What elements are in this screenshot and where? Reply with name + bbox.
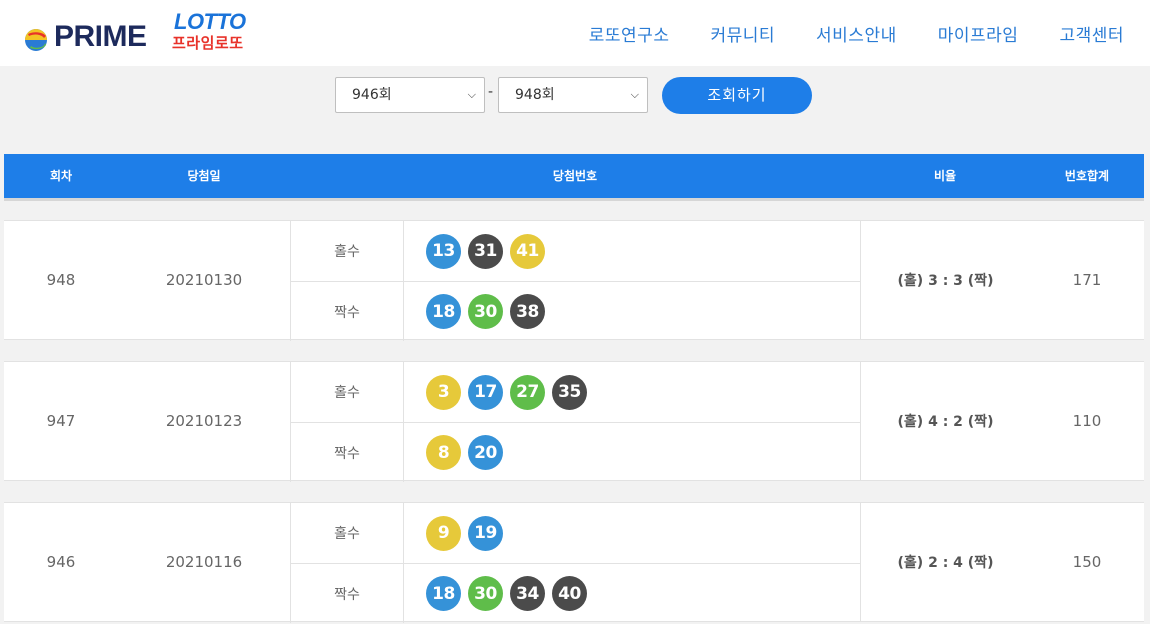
round-from-value: 946회: [352, 87, 392, 103]
round-from-select[interactable]: 946회 ⌵: [335, 77, 485, 113]
even-balls: 18 30 34 40: [404, 563, 860, 623]
search-bar: 946회 ⌵ - 948회 ⌵ 조회하기: [0, 66, 1150, 154]
round-to-value: 948회: [515, 87, 555, 103]
lotto-ball: 18: [426, 294, 461, 329]
round-cell: 946: [46, 553, 76, 571]
col-numbers: 당첨번호: [552, 169, 598, 183]
logo-korean-text: 프라임로또: [172, 34, 244, 52]
even-label: 짝수: [290, 563, 404, 623]
sum-cell: 150: [1072, 553, 1102, 571]
main-nav: 로또연구소 커뮤니티 서비스안내 마이프라임 고객센터: [548, 0, 1124, 66]
lotto-ball: 30: [468, 294, 503, 329]
even-balls: 8 20: [404, 422, 860, 482]
col-date: 당첨일: [187, 169, 221, 183]
nav-community[interactable]: 커뮤니티: [710, 21, 775, 46]
date-cell: 20210123: [165, 412, 243, 430]
chevron-down-icon: ⌵: [630, 88, 639, 101]
col-sum: 번호합계: [1064, 169, 1110, 183]
round-cell: 947: [46, 412, 76, 430]
lotto-ball: 8: [426, 435, 461, 470]
ratio-cell: (홀) 2 : 4 (짝): [860, 503, 1030, 621]
range-separator: -: [488, 84, 494, 100]
logo-prime-text: PRIME: [54, 20, 147, 53]
lotto-ball: 40: [552, 576, 587, 611]
lotto-ball: 35: [552, 374, 587, 410]
site-header: PRIME LOTTO 프라임로또 로또연구소 커뮤니티 서비스안내 마이프라임…: [0, 0, 1150, 66]
lotto-ball: 34: [510, 576, 545, 611]
lotto-ball: 20: [468, 435, 503, 470]
lotto-ball: 17: [468, 374, 503, 410]
col-ratio: 비율: [933, 169, 957, 183]
table-header-shadow: [4, 198, 1144, 201]
date-cell: 20210130: [165, 271, 243, 289]
lotto-ball: 31: [468, 233, 503, 269]
odd-balls: 3 17 27 35: [404, 362, 860, 422]
logo-lotto-text: LOTTO: [174, 9, 246, 34]
round-to-select[interactable]: 948회 ⌵: [498, 77, 648, 113]
lotto-ball: 27: [510, 374, 545, 410]
table-row: 946 20210116 홀수 짝수 9 19 18 30 34 40 (홀) 2 : …: [4, 502, 1144, 623]
table-header: 회차 당첨일 당첨번호 비율 번호합계: [4, 154, 1144, 198]
lotto-ball: 38: [510, 294, 545, 329]
lotto-ball: 18: [426, 576, 461, 611]
round-cell: 948: [46, 271, 76, 289]
col-round: 회차: [49, 169, 73, 183]
lotto-ball: 41: [510, 233, 545, 269]
date-cell: 20210116: [165, 553, 243, 571]
chevron-down-icon: ⌵: [467, 88, 476, 101]
nav-service-info[interactable]: 서비스안내: [816, 21, 897, 46]
sum-cell: 171: [1072, 271, 1102, 289]
lotto-ball: 13: [426, 233, 461, 269]
odd-label: 홀수: [290, 221, 404, 281]
lotto-ball: 30: [468, 576, 503, 611]
odd-balls: 9 19: [404, 503, 860, 563]
even-balls: 18 30 38: [404, 281, 860, 341]
logo[interactable]: PRIME LOTTO 프라임로또: [22, 9, 252, 58]
nav-lotto-lab[interactable]: 로또연구소: [589, 21, 670, 46]
search-button[interactable]: 조회하기: [662, 77, 812, 114]
logo-mark-icon: [25, 29, 47, 51]
odd-label: 홀수: [290, 362, 404, 422]
sum-cell: 110: [1072, 412, 1102, 430]
even-label: 짝수: [290, 422, 404, 482]
odd-label: 홀수: [290, 503, 404, 563]
nav-customer-center[interactable]: 고객센터: [1059, 21, 1124, 46]
odd-balls: 13 31 41: [404, 221, 860, 281]
nav-my-prime[interactable]: 마이프라임: [938, 21, 1019, 46]
lotto-ball: 9: [426, 515, 461, 551]
ratio-cell: (홀) 4 : 2 (짝): [860, 362, 1030, 480]
table-row: 947 20210123 홀수 짝수 3 17 27 35 8 20 (홀) 4 : 2…: [4, 361, 1144, 482]
ratio-cell: (홀) 3 : 3 (짝): [860, 221, 1030, 339]
lotto-ball: 19: [468, 515, 503, 551]
lotto-ball: 3: [426, 374, 461, 410]
table-row: 948 20210130 홀수 짝수 13 31 41 18 30 38 (홀) 3 :…: [4, 220, 1144, 341]
even-label: 짝수: [290, 281, 404, 341]
